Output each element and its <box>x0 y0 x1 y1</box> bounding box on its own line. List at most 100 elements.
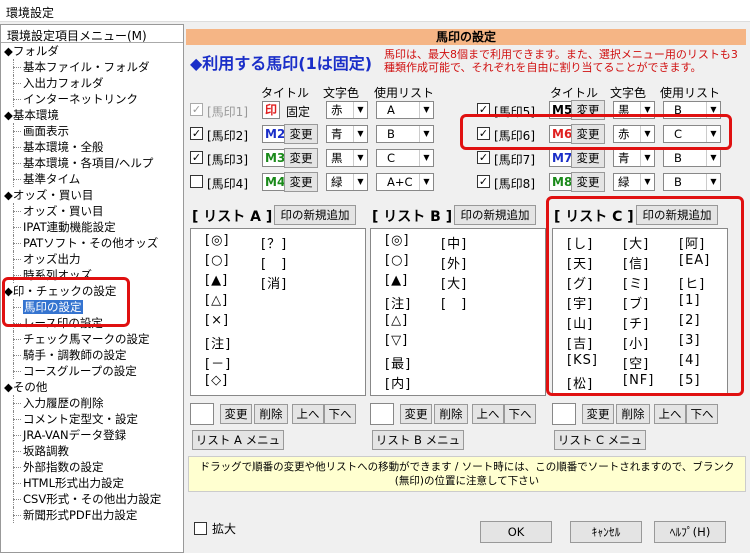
tree-item[interactable]: 基本ファイル・フォルダ <box>1 59 183 75</box>
mark-list-select[interactable]: B ▼ <box>663 149 721 167</box>
tree-item[interactable]: 画面表示 <box>1 123 183 139</box>
add-mark-button[interactable]: 印の新規追加 <box>454 205 536 225</box>
list-item[interactable]: [5] <box>679 373 700 388</box>
mark-color-select[interactable]: 赤 ▼ <box>613 125 655 143</box>
tree-item[interactable]: コースグループの設定 <box>1 363 183 379</box>
mark-list-select[interactable]: C ▼ <box>376 149 434 167</box>
tree-item[interactable]: 基本環境・各項目/ヘルプ <box>1 155 183 171</box>
tree-item[interactable]: レース印の設定 <box>1 315 183 331</box>
tree-category[interactable]: ◆基本環境 <box>1 107 183 123</box>
list-down-button[interactable]: 下へ <box>324 404 356 424</box>
list-item[interactable]: [最] <box>385 353 411 372</box>
mark-color-select[interactable]: 青 ▼ <box>326 125 368 143</box>
mark-checkbox[interactable]: ✓ <box>477 151 490 164</box>
tree-item[interactable]: 入力履歴の削除 <box>1 395 183 411</box>
list-item[interactable]: [注] <box>385 293 411 312</box>
list-item[interactable]: [4] <box>679 353 700 368</box>
list-up-button[interactable]: 上へ <box>654 404 686 424</box>
list-box[interactable]: [◎] [○] [▲] [△] [×] [注] [－] [◇] [？][ ] [消] <box>190 228 366 396</box>
mark-checkbox[interactable]: ✓ <box>190 151 203 164</box>
list-item[interactable]: [中] <box>441 233 467 252</box>
tree-item[interactable]: 騎手・調教師の設定 <box>1 347 183 363</box>
mark-checkbox[interactable]: ✓ <box>190 127 203 140</box>
list-delete-button[interactable]: 削除 <box>434 404 468 424</box>
list-item[interactable]: [し] <box>567 233 593 252</box>
list-item[interactable]: [信] <box>623 253 649 272</box>
list-item[interactable]: [ブ] <box>623 293 649 312</box>
mark-list-select[interactable]: A ▼ <box>376 101 434 119</box>
tree-category[interactable]: ◆その他 <box>1 379 183 395</box>
list-item[interactable]: [○] <box>385 253 410 268</box>
list-item[interactable]: [吉] <box>567 333 593 352</box>
list-item[interactable]: [◎] <box>205 233 230 248</box>
tree-item[interactable]: 外部指数の設定 <box>1 459 183 475</box>
list-item[interactable]: [ ] <box>441 293 467 312</box>
ok-button[interactable]: OK <box>480 521 552 543</box>
tree-item[interactable]: 時系列オッズ <box>1 267 183 283</box>
help-button[interactable]: ﾍﾙﾌﾟ(H) <box>654 521 726 543</box>
tree-item[interactable]: オッズ出力 <box>1 251 183 267</box>
tree-item[interactable]: コメント定型文・設定 <box>1 411 183 427</box>
mark-list-select[interactable]: C ▼ <box>663 125 721 143</box>
list-item[interactable]: [△] <box>385 313 408 328</box>
mark-checkbox[interactable]: ✓ <box>190 103 203 116</box>
mark-checkbox[interactable]: ✓ <box>477 175 490 188</box>
zoom-checkbox[interactable] <box>194 522 207 535</box>
list-item[interactable]: [空] <box>623 353 649 372</box>
tree-item[interactable]: 馬印の設定 <box>1 299 183 315</box>
list-item[interactable]: [EA] <box>679 253 710 268</box>
add-mark-button[interactable]: 印の新規追加 <box>636 205 718 225</box>
list-item[interactable]: [外] <box>441 253 467 272</box>
list-item[interactable]: [チ] <box>623 313 649 332</box>
list-item[interactable]: [グ] <box>567 273 593 292</box>
list-up-button[interactable]: 上へ <box>292 404 324 424</box>
list-item[interactable]: [－] <box>205 353 231 372</box>
mark-change-button[interactable]: 変更 <box>571 124 605 144</box>
list-item[interactable]: [▽] <box>385 333 408 348</box>
mark-change-button[interactable]: 変更 <box>571 172 605 192</box>
tree-item[interactable]: 新聞形式PDF出力設定 <box>1 507 183 523</box>
mark-color-select[interactable]: 緑 ▼ <box>613 173 655 191</box>
list-item[interactable]: [阿] <box>679 233 705 252</box>
mark-change-button[interactable]: 変更 <box>284 148 318 168</box>
tree-item[interactable]: オッズ・買い目 <box>1 203 183 219</box>
mark-color-select[interactable]: 黒 ▼ <box>326 149 368 167</box>
tree-item[interactable]: HTML形式出力設定 <box>1 475 183 491</box>
mark-checkbox[interactable]: ✓ <box>477 103 490 116</box>
list-item[interactable]: [○] <box>205 253 230 268</box>
tree-item[interactable]: インターネットリンク <box>1 91 183 107</box>
list-down-button[interactable]: 下へ <box>504 404 536 424</box>
list-item[interactable]: [天] <box>567 253 593 272</box>
tree-item[interactable]: PATソフト・その他オッズ <box>1 235 183 251</box>
tree-item[interactable]: JRA-VANデータ登録 <box>1 427 183 443</box>
tree-category[interactable]: ◆印・チェックの設定 <box>1 283 183 299</box>
tree-item[interactable]: 坂路調教 <box>1 443 183 459</box>
list-item[interactable]: [松] <box>567 373 593 392</box>
tree-item[interactable]: チェック馬マークの設定 <box>1 331 183 347</box>
mark-checkbox[interactable] <box>190 175 203 188</box>
list-item[interactable]: [大] <box>623 233 649 252</box>
list-item[interactable]: [2] <box>679 313 700 328</box>
list-item[interactable]: [▲] <box>385 273 408 288</box>
list-down-button[interactable]: 下へ <box>686 404 718 424</box>
mark-color-select[interactable]: 黒 ▼ <box>613 101 655 119</box>
mark-color-select[interactable]: 青 ▼ <box>613 149 655 167</box>
tree-item[interactable]: 基本環境・全般 <box>1 139 183 155</box>
mark-list-select[interactable]: B ▼ <box>663 101 721 119</box>
list-item[interactable]: [×] <box>205 313 229 328</box>
list-item[interactable]: [△] <box>205 293 228 308</box>
list-item[interactable]: [大] <box>441 273 467 292</box>
list-change-button[interactable]: 変更 <box>400 404 432 424</box>
list-change-button[interactable]: 変更 <box>582 404 614 424</box>
mark-change-button[interactable]: 変更 <box>284 124 318 144</box>
tree-category[interactable]: ◆オッズ・買い目 <box>1 187 183 203</box>
list-item[interactable]: [消] <box>261 273 287 292</box>
list-box[interactable]: [し] [天] [グ] [宇] [山] [吉] [KS] [松] [大] [信] [ミ] [ブ] [チ]… <box>552 228 728 396</box>
list-box[interactable]: [◎] [○] [▲] [注] [△] [▽] [最] [内] [中] [外] [大][ ] <box>370 228 546 396</box>
tree-item[interactable]: IPAT連動機能設定 <box>1 219 183 235</box>
list-item[interactable]: [小] <box>623 333 649 352</box>
list-delete-button[interactable]: 削除 <box>616 404 650 424</box>
tree-item[interactable]: 入出力フォルダ <box>1 75 183 91</box>
list-menu-button[interactable]: リスト A メニュー <box>192 430 284 465</box>
mark-list-select[interactable]: B ▼ <box>663 173 721 191</box>
